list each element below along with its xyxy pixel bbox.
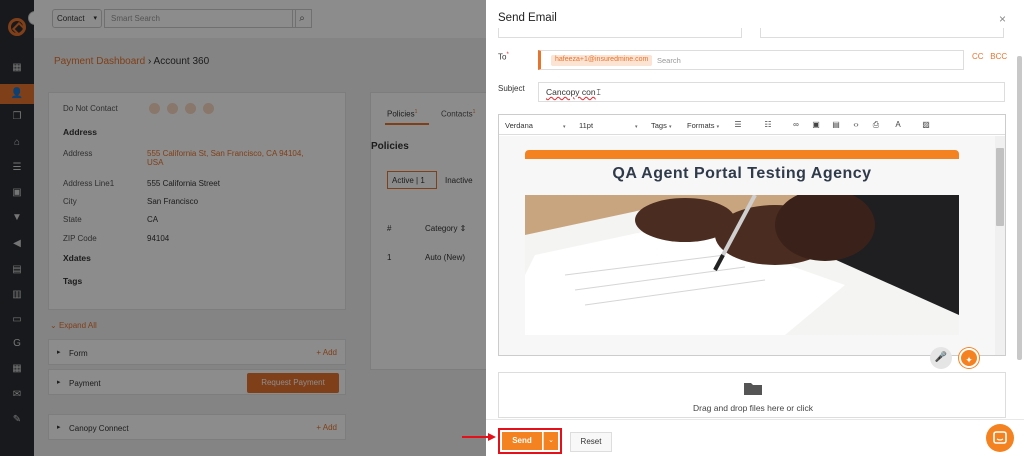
- tags-label: Tags: [651, 121, 667, 130]
- formats-label: Formats: [687, 121, 715, 130]
- link-icon[interactable]: ∞: [791, 120, 801, 130]
- editor-toolbar: Verdana ▾ 11pt ▾ Tags ▾ Formats ▾ ☰ ☷ ∞ …: [499, 115, 1005, 135]
- numbered-list-icon[interactable]: ☷: [763, 120, 773, 130]
- font-size-value: 11pt: [579, 121, 594, 130]
- email-header-bar: [525, 150, 959, 159]
- rich-text-editor[interactable]: Verdana ▾ 11pt ▾ Tags ▾ Formats ▾ ☰ ☷ ∞ …: [498, 114, 1006, 369]
- to-search-input[interactable]: Search: [657, 56, 681, 65]
- media-icon[interactable]: ▤: [831, 120, 841, 130]
- tags-menu[interactable]: Tags ▾: [651, 121, 671, 130]
- text-cursor-icon: 𝙸: [595, 87, 602, 97]
- to-field[interactable]: hafeeza+1@insuredmine.com Search: [538, 50, 964, 70]
- subject-label: Subject: [498, 84, 525, 93]
- send-button-highlight: Send ⌄: [498, 428, 562, 454]
- chevron-down-icon: ▾: [668, 124, 672, 130]
- chevron-down-icon: ▾: [716, 124, 720, 130]
- send-button[interactable]: Send: [502, 432, 542, 450]
- chat-bubble-icon: [993, 431, 1007, 444]
- previous-field-fragment: [498, 28, 742, 38]
- background-color-icon[interactable]: ▨: [921, 120, 931, 130]
- file-dropzone[interactable]: Drag and drop files here or click: [498, 372, 1006, 418]
- font-family-select[interactable]: Verdana: [505, 121, 533, 130]
- cc-link[interactable]: CC: [972, 52, 984, 61]
- text-color-icon[interactable]: A: [893, 120, 903, 130]
- modal-footer: Send ⌄ Reset: [486, 419, 1024, 456]
- email-agency-title: QA Agent Portal Testing Agency: [612, 165, 872, 182]
- editor-scrollbar[interactable]: [995, 136, 1005, 355]
- dropzone-text: Drag and drop files here or click: [692, 403, 813, 413]
- code-icon[interactable]: ‹›: [851, 120, 861, 130]
- font-size-chevron-icon: ▾: [635, 124, 638, 130]
- font-family-chevron-icon: ▾: [563, 124, 566, 130]
- subject-value: Cancopy con: [546, 87, 596, 97]
- font-family-value: Verdana: [505, 121, 533, 130]
- folder-icon: [744, 383, 762, 395]
- microphone-icon[interactable]: 🎤: [930, 347, 952, 369]
- send-options-chevron-icon[interactable]: ⌄: [543, 432, 558, 450]
- bullet-list-icon[interactable]: ☰: [733, 120, 743, 130]
- previous-field-fragment: [760, 28, 1004, 38]
- reset-button[interactable]: Reset: [570, 432, 612, 452]
- ai-assistant-icon[interactable]: ✦: [959, 348, 979, 368]
- scrollbar-thumb[interactable]: [996, 148, 1004, 226]
- signing-document-image: [525, 195, 959, 335]
- modal-scrollbar[interactable]: [1017, 56, 1022, 360]
- required-marker: *: [506, 52, 509, 58]
- to-label: To*: [498, 52, 509, 62]
- editor-content[interactable]: QA Agent Portal Testing Agency: [499, 136, 995, 355]
- send-email-modal: Send Email × To* hafeeza+1@insuredmine.c…: [486, 0, 1024, 456]
- red-arrow-icon: [462, 433, 496, 441]
- print-icon[interactable]: ⎙: [871, 120, 881, 130]
- email-hero-image: [525, 195, 959, 335]
- modal-title: Send Email: [498, 12, 557, 24]
- chat-launcher-icon[interactable]: [986, 424, 1014, 452]
- formats-menu[interactable]: Formats ▾: [687, 121, 719, 130]
- bcc-link[interactable]: BCC: [990, 52, 1007, 61]
- recipient-chip[interactable]: hafeeza+1@insuredmine.com: [551, 55, 653, 66]
- image-icon[interactable]: ▣: [811, 120, 821, 130]
- subject-input[interactable]: Cancopy con𝙸: [538, 82, 1005, 102]
- close-icon[interactable]: ×: [999, 12, 1006, 26]
- font-size-select[interactable]: 11pt: [579, 121, 593, 130]
- cc-bcc: CC BCC: [972, 52, 1007, 61]
